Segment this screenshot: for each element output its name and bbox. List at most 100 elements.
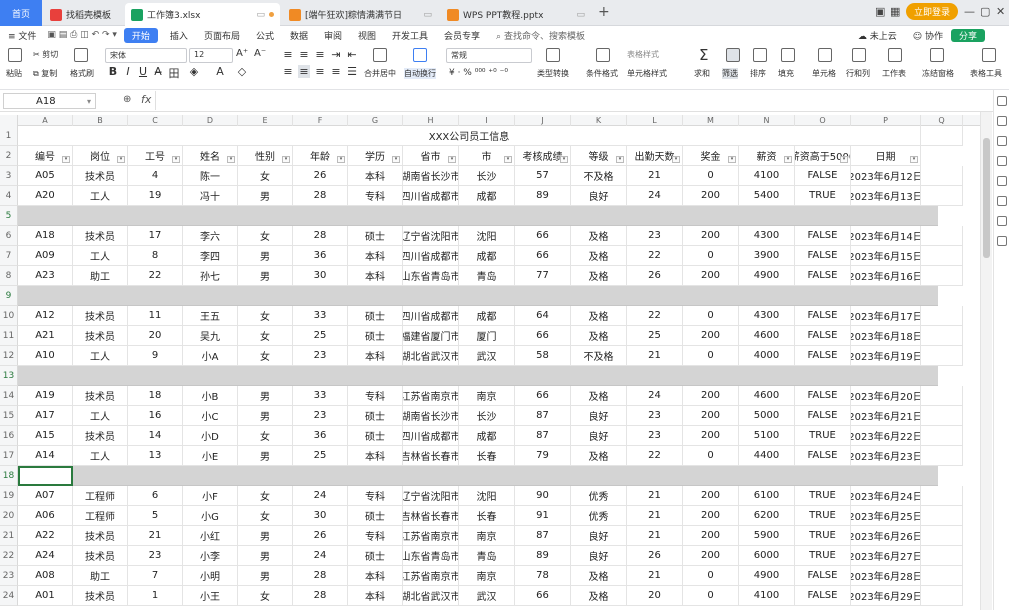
table-cell[interactable]: 小E <box>183 446 238 466</box>
table-cell[interactable]: 南京 <box>459 386 515 406</box>
table-cell[interactable]: 女 <box>238 346 293 366</box>
table-cell[interactable]: 技术员 <box>73 166 128 186</box>
merge-center-button[interactable]: 合并居中 <box>364 68 396 79</box>
table-cell[interactable]: 工人 <box>73 446 128 466</box>
table-cell[interactable]: 2023年6月24日 <box>851 486 921 506</box>
table-cell[interactable]: 5 <box>128 506 183 526</box>
table-cell[interactable]: 优秀 <box>571 506 627 526</box>
table-cell[interactable]: 硕士 <box>348 406 403 426</box>
freeze-icon[interactable] <box>930 48 944 62</box>
table-cell[interactable]: A05 <box>18 166 73 186</box>
table-cell[interactable]: 本科 <box>348 346 403 366</box>
table-cell[interactable]: 小C <box>183 406 238 426</box>
table-cell[interactable]: FALSE <box>795 446 851 466</box>
sum-button[interactable]: 求和 <box>694 68 710 79</box>
table-cell[interactable]: A06 <box>18 506 73 526</box>
table-cell[interactable]: 11 <box>128 306 183 326</box>
side-tool-icon[interactable] <box>997 156 1007 166</box>
table-cell[interactable]: FALSE <box>795 346 851 366</box>
table-cell[interactable]: 91 <box>515 506 571 526</box>
table-cell[interactable]: 湖南省长沙市 <box>403 166 459 186</box>
filter-dropdown-icon[interactable]: ▾ <box>62 156 70 163</box>
table-cell[interactable]: A24 <box>18 546 73 566</box>
table-cell[interactable]: 4100 <box>739 586 795 606</box>
table-cell[interactable]: 不及格 <box>571 346 627 366</box>
table-cell[interactable]: 武汉 <box>459 586 515 606</box>
table-cell[interactable]: 2023年6月29日 <box>851 586 921 606</box>
grid-cell[interactable] <box>921 446 963 466</box>
table-cell[interactable]: 2023年6月20日 <box>851 386 921 406</box>
table-cell[interactable]: 23 <box>293 406 348 426</box>
menu-view[interactable]: 视图 <box>350 29 384 42</box>
table-cell[interactable]: 26 <box>627 266 683 286</box>
table-cell[interactable]: 30 <box>293 266 348 286</box>
table-cell[interactable]: A19 <box>18 386 73 406</box>
table-cell[interactable]: 2023年6月25日 <box>851 506 921 526</box>
paste-icon[interactable] <box>8 48 22 62</box>
table-cell[interactable]: A17 <box>18 406 73 426</box>
table-cell[interactable]: 200 <box>683 406 739 426</box>
zoom-icon[interactable]: ⊕ <box>123 94 131 105</box>
table-cell[interactable]: 200 <box>683 386 739 406</box>
table-cell[interactable]: 湖北省武汉市 <box>403 586 459 606</box>
table-cell[interactable]: 本科 <box>348 166 403 186</box>
table-cell[interactable]: 23 <box>627 226 683 246</box>
column-header-a[interactable]: A <box>18 115 73 126</box>
cells-button[interactable]: 单元格 <box>812 68 836 79</box>
align-left-icon[interactable]: ≡ <box>282 65 294 78</box>
table-cell[interactable]: 2023年6月14日 <box>851 226 921 246</box>
table-cell[interactable]: 工程师 <box>73 506 128 526</box>
table-cell[interactable]: 2023年6月15日 <box>851 246 921 266</box>
active-cell[interactable] <box>18 466 73 486</box>
header-cell[interactable]: 工号 ▾ <box>128 146 183 166</box>
row-header[interactable]: 24 <box>0 586 18 606</box>
tab-ppt-festival[interactable]: [端午狂欢]粽情满满节日 ▭ <box>283 3 438 26</box>
clear-icon[interactable]: ◇ <box>236 65 248 78</box>
table-cell[interactable]: 23 <box>293 346 348 366</box>
table-cell[interactable]: FALSE <box>795 226 851 246</box>
table-cell[interactable]: 23 <box>627 426 683 446</box>
table-cell[interactable]: FALSE <box>795 166 851 186</box>
header-cell[interactable]: 岗位 ▾ <box>73 146 128 166</box>
grid-cell[interactable] <box>921 346 963 366</box>
table-cell[interactable]: 男 <box>238 246 293 266</box>
worksheet-icon[interactable] <box>888 48 902 62</box>
filter-dropdown-icon[interactable]: ▾ <box>337 156 345 163</box>
table-cell[interactable]: 6200 <box>739 506 795 526</box>
table-cell[interactable]: 助工 <box>73 566 128 586</box>
table-cell[interactable]: 小李 <box>183 546 238 566</box>
row-header[interactable]: 4 <box>0 186 18 206</box>
table-cell[interactable]: 工程师 <box>73 486 128 506</box>
table-cell[interactable]: 0 <box>683 566 739 586</box>
table-cell[interactable]: 专科 <box>348 526 403 546</box>
table-cell[interactable]: 20 <box>128 326 183 346</box>
grid-cell[interactable] <box>921 386 963 406</box>
filter-dropdown-icon[interactable]: ▾ <box>227 156 235 163</box>
table-cell[interactable]: 200 <box>683 486 739 506</box>
grid-cell[interactable] <box>921 526 963 546</box>
table-cell[interactable]: 专科 <box>348 386 403 406</box>
table-cell[interactable]: 青岛 <box>459 266 515 286</box>
table-cell[interactable]: 200 <box>683 226 739 246</box>
table-cell[interactable]: 男 <box>238 406 293 426</box>
grid-cell[interactable] <box>921 226 963 246</box>
table-cell[interactable]: 87 <box>515 406 571 426</box>
table-cell[interactable]: 小王 <box>183 586 238 606</box>
table-cell[interactable]: FALSE <box>795 566 851 586</box>
wrap-text-button[interactable]: 自动换行 <box>404 68 436 79</box>
underline-icon[interactable]: U <box>137 65 149 78</box>
table-cell[interactable]: 男 <box>238 386 293 406</box>
table-cell[interactable]: 28 <box>293 566 348 586</box>
table-cell[interactable]: 山东省青岛市 <box>403 266 459 286</box>
font-color-icon[interactable]: A <box>214 65 226 78</box>
table-cell[interactable]: A09 <box>18 246 73 266</box>
table-cell[interactable]: 福建省厦门市 <box>403 326 459 346</box>
screen-icon[interactable]: ▭ <box>252 10 265 20</box>
font-family-select[interactable]: 宋体 <box>105 48 187 63</box>
column-header-k[interactable]: K <box>571 115 627 126</box>
italic-icon[interactable]: I <box>122 65 134 78</box>
header-cell[interactable]: 考核成绩 ▾ <box>515 146 571 166</box>
empty-row[interactable] <box>18 466 938 486</box>
table-cell[interactable]: 22 <box>627 446 683 466</box>
table-cell[interactable]: 87 <box>515 426 571 446</box>
